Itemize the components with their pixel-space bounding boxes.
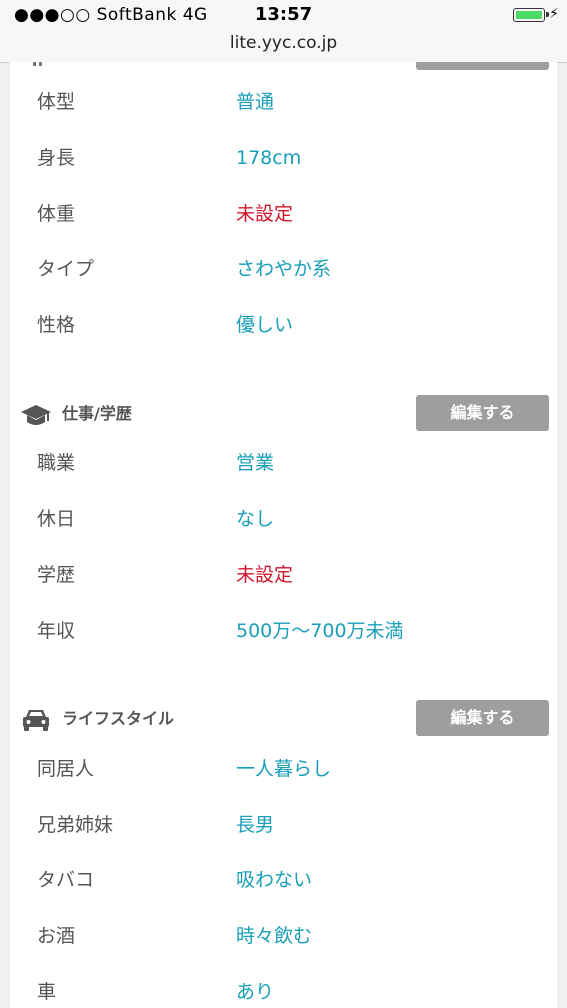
row-value-unset: 未設定 bbox=[236, 564, 294, 586]
row-label: 性格 bbox=[37, 314, 76, 336]
profile-row: タイプ さわやか系 bbox=[10, 241, 557, 297]
profile-row: 性格 優しい bbox=[10, 297, 557, 353]
clock: 13:57 bbox=[254, 4, 313, 25]
previous-edit-button[interactable] bbox=[416, 62, 549, 70]
row-value: 営業 bbox=[236, 452, 275, 474]
row-value: 吸わない bbox=[236, 869, 313, 891]
row-label: タイプ bbox=[37, 258, 95, 280]
row-label: 同居人 bbox=[37, 758, 95, 780]
row-label: 休日 bbox=[37, 508, 76, 530]
graduation-cap-icon bbox=[21, 405, 51, 425]
row-label: 車 bbox=[37, 981, 57, 1003]
profile-row: タバコ 吸わない bbox=[10, 852, 557, 908]
battery-icon bbox=[513, 8, 549, 22]
profile-row: 休日 なし bbox=[10, 491, 557, 547]
row-value: 178cm bbox=[236, 147, 302, 169]
row-value: 一人暮らし bbox=[236, 758, 332, 780]
url-bar[interactable]: lite.yyc.co.jp bbox=[0, 30, 567, 63]
row-label: お酒 bbox=[37, 925, 76, 947]
profile-row: 同居人 一人暮らし bbox=[10, 741, 557, 797]
edit-work-button[interactable]: 編集する bbox=[416, 395, 549, 431]
profile-row: 学歴 未設定 bbox=[10, 547, 557, 603]
edit-lifestyle-button[interactable]: 編集する bbox=[416, 700, 549, 736]
status-bar: ●●●○○ SoftBank 4G 13:57 ⚡ bbox=[0, 0, 567, 30]
row-value: あり bbox=[236, 981, 275, 1003]
profile-row: 体型 普通 bbox=[10, 74, 557, 130]
row-value: 500万〜700万未満 bbox=[236, 620, 404, 642]
section-header-work: 仕事/学歴 編集する bbox=[10, 395, 557, 435]
profile-content: 体型 普通 身長 178cm 体重 未設定 タイプ さわやか系 性格 優しい 仕… bbox=[10, 62, 557, 1008]
profile-row: お酒 時々飲む bbox=[10, 908, 557, 964]
row-value-unset: 未設定 bbox=[236, 203, 294, 225]
profile-row: 体重 未設定 bbox=[10, 186, 557, 242]
row-value: なし bbox=[236, 508, 275, 530]
section-title: ライフスタイル bbox=[62, 709, 175, 728]
row-label: 職業 bbox=[37, 452, 76, 474]
profile-row: 年収 500万〜700万未満 bbox=[10, 603, 557, 659]
row-label: 身長 bbox=[37, 147, 76, 169]
profile-row: 兄弟姉妹 長男 bbox=[10, 797, 557, 853]
profile-row: 身長 178cm bbox=[10, 130, 557, 186]
row-label: 年収 bbox=[37, 620, 76, 642]
row-value: 優しい bbox=[236, 314, 294, 336]
profile-row: 車 あり bbox=[10, 964, 557, 1008]
row-value: 長男 bbox=[236, 814, 275, 836]
row-value: さわやか系 bbox=[236, 258, 332, 280]
row-label: 学歴 bbox=[37, 564, 76, 586]
profile-row: 職業 営業 bbox=[10, 435, 557, 491]
car-icon bbox=[23, 710, 49, 731]
row-value: 時々飲む bbox=[236, 925, 313, 947]
row-label: 体重 bbox=[37, 203, 76, 225]
section-title: 仕事/学歴 bbox=[62, 404, 132, 423]
row-label: タバコ bbox=[37, 869, 95, 891]
row-label: 兄弟姉妹 bbox=[37, 814, 114, 836]
row-value: 普通 bbox=[236, 91, 275, 113]
section-header-lifestyle: ライフスタイル 編集する bbox=[10, 700, 557, 740]
charging-icon: ⚡ bbox=[549, 6, 559, 22]
row-label: 体型 bbox=[37, 91, 76, 113]
url-text[interactable]: lite.yyc.co.jp bbox=[0, 33, 567, 53]
section-icon-partial bbox=[33, 62, 42, 66]
